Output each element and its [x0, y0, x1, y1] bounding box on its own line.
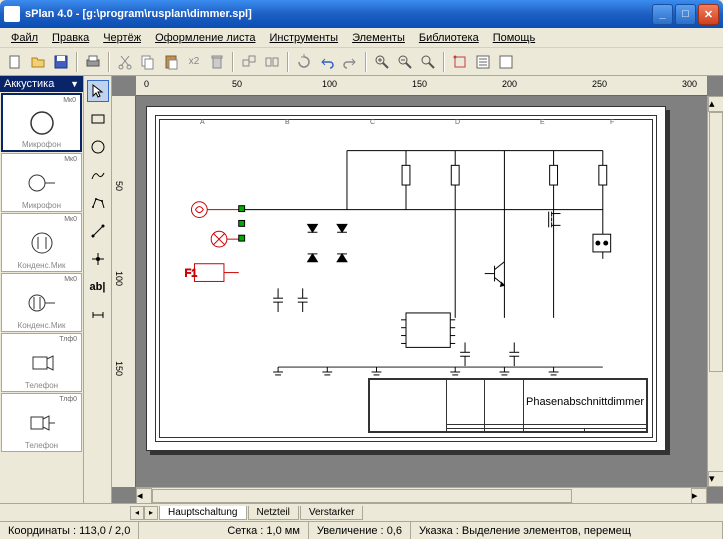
- dropdown-icon: ▼: [70, 79, 79, 89]
- save-button[interactable]: [50, 51, 72, 73]
- text-tool[interactable]: ab|: [87, 276, 109, 298]
- freehand-tool[interactable]: [87, 164, 109, 186]
- pointer-tool[interactable]: [87, 80, 109, 102]
- snap-button[interactable]: [449, 51, 471, 73]
- open-button[interactable]: [27, 51, 49, 73]
- new-button[interactable]: [4, 51, 26, 73]
- copy-button[interactable]: [137, 51, 159, 73]
- palette-item[interactable]: Мк0 Микрофон: [1, 153, 82, 212]
- menu-sheet[interactable]: Оформление листа: [148, 30, 262, 46]
- menu-bar: Файл Правка Чертёж Оформление листа Инст…: [0, 28, 723, 48]
- menu-file[interactable]: Файл: [4, 30, 45, 46]
- sheet-tab[interactable]: Netzteil: [248, 506, 299, 520]
- palette-item[interactable]: Тлф0 Телефон: [1, 393, 82, 452]
- menu-tools[interactable]: Инструменты: [263, 30, 346, 46]
- window-title: sPlan 4.0 - [g:\program\rusplan\dimmer.s…: [25, 8, 652, 20]
- redo-button[interactable]: [339, 51, 361, 73]
- horizontal-ruler: 0 50 100 150 200 250 300: [136, 76, 707, 96]
- tool-column: ab|: [84, 76, 112, 503]
- undo-button[interactable]: [316, 51, 338, 73]
- delete-button[interactable]: [206, 51, 228, 73]
- palette-category-label: Аккустика: [4, 78, 54, 90]
- tab-nav-next[interactable]: ▸: [144, 506, 158, 520]
- vertical-ruler: 50 100 150: [112, 96, 136, 487]
- circle-tool[interactable]: [87, 136, 109, 158]
- vertical-scrollbar[interactable]: ▴ ▾: [707, 96, 723, 487]
- menu-help[interactable]: Помощь: [486, 30, 543, 46]
- palette-category-tab[interactable]: Аккустика ▼: [0, 76, 83, 92]
- status-bar: Координаты : 113,0 / 2,0 Сетка : 1,0 мм …: [0, 521, 723, 539]
- svg-text:F1: F1: [185, 268, 198, 280]
- menu-drawing[interactable]: Чертёж: [96, 30, 148, 46]
- main-area: Аккустика ▼ Мк0 Микрофон Мк0 Микрофон Мк…: [0, 76, 723, 503]
- node-tool[interactable]: [87, 248, 109, 270]
- palette-item[interactable]: Мк0 Конденс.Мик: [1, 213, 82, 272]
- duplicate-button[interactable]: x2: [183, 51, 205, 73]
- mirror-button[interactable]: [261, 51, 283, 73]
- measure-tool[interactable]: [87, 304, 109, 326]
- close-button[interactable]: ✕: [698, 4, 719, 25]
- tab-nav-prev[interactable]: ◂: [130, 506, 144, 520]
- palette-item[interactable]: Мк0 Конденс.Мик: [1, 273, 82, 332]
- status-zoom: Увеличение : 0,6: [309, 522, 411, 539]
- status-grid: Сетка : 1,0 мм: [219, 522, 309, 539]
- minimize-button[interactable]: _: [652, 4, 673, 25]
- sheet-tab[interactable]: Verstarker: [300, 506, 364, 520]
- toolbar: x2: [0, 48, 723, 76]
- line-tool[interactable]: [87, 220, 109, 242]
- menu-library[interactable]: Библиотека: [412, 30, 486, 46]
- list-button[interactable]: [472, 51, 494, 73]
- print-button[interactable]: [82, 51, 104, 73]
- polygon-tool[interactable]: [87, 192, 109, 214]
- sheet-tab[interactable]: Hauptschaltung: [159, 506, 247, 520]
- horizontal-scrollbar[interactable]: ◂ ▸: [136, 487, 707, 503]
- refresh-button[interactable]: [293, 51, 315, 73]
- title-bar: sPlan 4.0 - [g:\program\rusplan\dimmer.s…: [0, 0, 723, 28]
- app-icon: [4, 6, 20, 22]
- properties-button[interactable]: [495, 51, 517, 73]
- cut-button[interactable]: [114, 51, 136, 73]
- status-hint: Указка : Выделение элементов, перемещ: [411, 522, 723, 539]
- status-coords: Координаты : 113,0 / 2,0: [0, 522, 139, 539]
- paste-button[interactable]: [160, 51, 182, 73]
- canvas-area: 0 50 100 150 200 250 300 50 100 150 A B …: [112, 76, 723, 503]
- zoom-fit-button[interactable]: [417, 51, 439, 73]
- component-palette: Аккустика ▼ Мк0 Микрофон Мк0 Микрофон Мк…: [0, 76, 84, 503]
- zoom-out-button[interactable]: [394, 51, 416, 73]
- sheet-tabs: ◂ ▸ Hauptschaltung Netzteil Verstarker: [0, 503, 723, 521]
- rotate-button[interactable]: [238, 51, 260, 73]
- title-block: Phasenabschnittdimmer: [368, 378, 648, 433]
- palette-item[interactable]: Мк0 Микрофон: [1, 93, 82, 152]
- rect-tool[interactable]: [87, 108, 109, 130]
- menu-edit[interactable]: Правка: [45, 30, 96, 46]
- canvas-viewport[interactable]: A B C D E F: [136, 96, 707, 487]
- drawing-page[interactable]: A B C D E F: [146, 106, 666, 451]
- palette-item[interactable]: Тлф0 Телефон: [1, 333, 82, 392]
- menu-elements[interactable]: Элементы: [345, 30, 412, 46]
- maximize-button[interactable]: □: [675, 4, 696, 25]
- zoom-in-button[interactable]: [371, 51, 393, 73]
